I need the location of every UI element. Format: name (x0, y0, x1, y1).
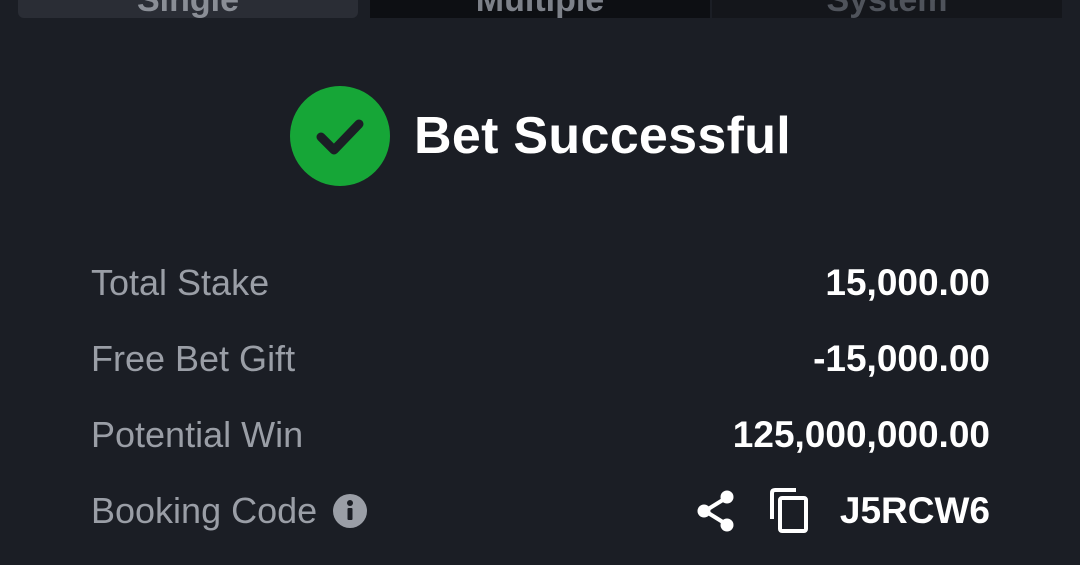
booking-code-label: Booking Code (91, 490, 318, 531)
tab-system[interactable]: System (712, 0, 1062, 18)
total-stake-row: Total Stake 15,000.00 (91, 258, 990, 308)
check-circle-icon (290, 86, 390, 186)
booking-code-actions: J5RCW6 (694, 487, 990, 535)
booking-code-label-group: Booking Code (91, 490, 368, 532)
potential-win-label: Potential Win (91, 414, 304, 455)
info-icon[interactable] (333, 494, 368, 528)
share-icon[interactable] (694, 489, 738, 533)
tab-multiple[interactable]: Multiple (370, 0, 710, 18)
tab-single[interactable]: Single (18, 0, 358, 18)
booking-code-value[interactable]: J5RCW6 (840, 490, 990, 532)
potential-win-row: Potential Win 125,000,000.00 (91, 410, 990, 460)
success-title: Bet Successful (414, 107, 792, 165)
booking-code-row: Booking Code J5RCW6 (91, 486, 990, 536)
success-header: Bet Successful (290, 85, 791, 187)
bet-success-panel: Single Multiple System Bet Successful To… (0, 0, 1080, 565)
total-stake-value: 15,000.00 (825, 262, 990, 303)
free-bet-gift-value: -15,000.00 (813, 338, 990, 379)
free-bet-gift-label: Free Bet Gift (91, 338, 296, 379)
copy-icon[interactable] (768, 487, 812, 535)
potential-win-value: 125,000,000.00 (732, 414, 990, 455)
free-bet-gift-row: Free Bet Gift -15,000.00 (91, 334, 990, 384)
total-stake-label: Total Stake (91, 262, 270, 303)
bet-type-tabs: Single Multiple System (0, 0, 1080, 18)
